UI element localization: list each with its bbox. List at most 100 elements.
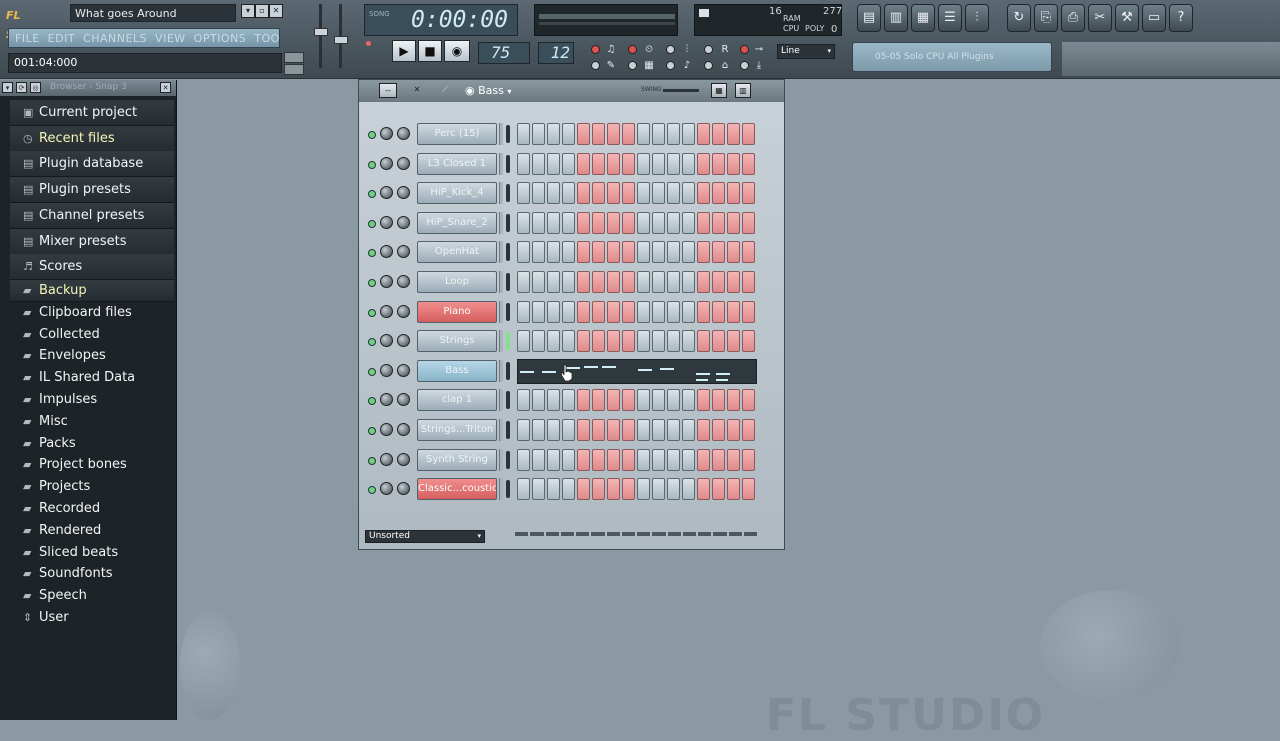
step-button[interactable] <box>712 123 725 145</box>
step-button[interactable] <box>562 448 575 471</box>
export-tool[interactable]: ⎙ <box>1061 4 1085 32</box>
step-button[interactable] <box>622 478 635 501</box>
step-button[interactable] <box>532 300 545 323</box>
channel-select-indicator[interactable] <box>506 361 510 380</box>
step-button[interactable] <box>652 419 665 441</box>
step-button[interactable] <box>682 271 695 293</box>
browser-item-mixer-presets[interactable]: ▤ Mixer presets <box>10 229 174 255</box>
pattern-song-switch[interactable] <box>366 40 386 68</box>
step-button[interactable] <box>682 182 695 205</box>
browser-item-scores[interactable]: ♬ Scores <box>10 254 174 280</box>
step-button[interactable] <box>727 419 740 441</box>
step-button[interactable] <box>667 123 680 145</box>
step-button[interactable] <box>622 300 635 323</box>
step-button[interactable] <box>727 123 740 145</box>
channel-select-indicator[interactable] <box>506 125 510 143</box>
channel-select-indicator[interactable] <box>506 332 510 351</box>
step-button[interactable] <box>622 152 635 175</box>
menu-file[interactable]: FILE <box>12 30 43 46</box>
browser-refresh-button[interactable]: ⟳ <box>16 82 27 93</box>
channel-volume-knob[interactable] <box>397 245 410 259</box>
browser-item-rendered[interactable]: ▰ Rendered <box>10 520 174 542</box>
step-button[interactable] <box>637 448 650 471</box>
blend-notes-led[interactable] <box>704 45 713 54</box>
channel-button[interactable]: Synth String <box>417 448 497 471</box>
channel-volume-knob[interactable] <box>397 334 410 348</box>
channel-mute-led[interactable] <box>368 338 376 347</box>
step-button[interactable] <box>547 389 560 412</box>
step-button[interactable] <box>742 300 755 323</box>
step-button[interactable] <box>667 300 680 323</box>
step-button[interactable] <box>562 419 575 441</box>
step-button[interactable] <box>682 419 695 441</box>
step-button[interactable] <box>712 448 725 471</box>
browser-item-recorded[interactable]: ▰ Recorded <box>10 498 174 520</box>
step-button[interactable] <box>637 478 650 501</box>
step-button[interactable] <box>742 241 755 264</box>
step-button[interactable] <box>607 182 620 205</box>
step-button[interactable] <box>667 211 680 234</box>
channel-button[interactable]: OpenHat <box>417 241 497 264</box>
channel-mute-led[interactable] <box>368 427 376 435</box>
step-button[interactable] <box>547 330 560 353</box>
channel-button[interactable]: Strings...Triton <box>417 419 497 441</box>
tempo-display[interactable]: 75 <box>478 42 530 64</box>
channel-mute-led[interactable] <box>368 190 376 199</box>
step-button[interactable] <box>727 152 740 175</box>
step-button[interactable] <box>517 330 530 353</box>
step-button[interactable] <box>712 300 725 323</box>
step-button[interactable] <box>727 330 740 353</box>
piano-roll-preview[interactable] <box>517 358 757 384</box>
step-button[interactable] <box>577 241 590 264</box>
piano-roll-tool[interactable]: ▦ <box>911 4 935 32</box>
step-button[interactable] <box>607 448 620 471</box>
step-button[interactable] <box>652 211 665 234</box>
channel-button[interactable]: clap 1 <box>417 389 497 412</box>
channel-pan-knob[interactable] <box>380 127 393 140</box>
channel-button[interactable]: Perc (15) <box>417 123 497 145</box>
wait-input-led[interactable] <box>628 45 637 54</box>
browser-item-sliced-beats[interactable]: ▰ Sliced beats <box>10 542 174 564</box>
step-button[interactable] <box>742 271 755 293</box>
undo-tool[interactable]: ↻ <box>1007 4 1031 32</box>
channel-mute-led[interactable] <box>368 397 376 406</box>
channel-pan-knob[interactable] <box>380 156 393 170</box>
mixer-tool[interactable]: ⫶ <box>965 4 989 32</box>
step-button[interactable] <box>697 448 710 471</box>
browser-item-plugin-presets[interactable]: ▤ Plugin presets <box>10 177 174 203</box>
step-button[interactable] <box>742 389 755 412</box>
step-button[interactable] <box>637 271 650 293</box>
step-button[interactable] <box>682 478 695 501</box>
step-button[interactable] <box>637 389 650 412</box>
channel-volume-knob[interactable] <box>397 304 410 318</box>
browser-collapse-button[interactable]: ▾ <box>2 82 13 93</box>
punch-led[interactable] <box>740 61 749 70</box>
browser-item-projects[interactable]: ▰ Projects <box>10 476 174 498</box>
menu-channels[interactable]: CHANNELS <box>80 30 150 46</box>
channel-volume-knob[interactable] <box>397 215 410 229</box>
step-button[interactable] <box>607 123 620 145</box>
step-button[interactable] <box>682 211 695 234</box>
step-button[interactable] <box>742 123 755 145</box>
snap-select[interactable]: Line ▾ <box>777 44 835 59</box>
channel-volume-knob[interactable] <box>397 363 410 377</box>
step-button[interactable] <box>697 330 710 353</box>
channel-mute-led[interactable] <box>368 249 376 258</box>
step-button[interactable] <box>652 300 665 323</box>
step-button[interactable] <box>577 300 590 323</box>
menu-edit[interactable]: EDIT <box>45 30 78 46</box>
step-button[interactable] <box>562 123 575 145</box>
menu-tools[interactable]: TOOLS <box>251 30 279 46</box>
channel-select-indicator[interactable] <box>506 450 510 469</box>
step-button[interactable] <box>697 389 710 412</box>
hint-arrow-button-2[interactable] <box>284 64 304 75</box>
browser-tool[interactable]: ☰ <box>938 4 962 32</box>
record-button[interactable]: ◉ <box>444 40 470 62</box>
channel-select-indicator[interactable] <box>506 480 510 499</box>
step-button[interactable] <box>682 389 695 412</box>
browser-item-backup[interactable]: ▰ Backup <box>10 280 174 302</box>
step-button[interactable] <box>622 271 635 293</box>
channel-pan-knob[interactable] <box>380 304 393 318</box>
step-button[interactable] <box>667 330 680 353</box>
step-button[interactable] <box>652 330 665 353</box>
